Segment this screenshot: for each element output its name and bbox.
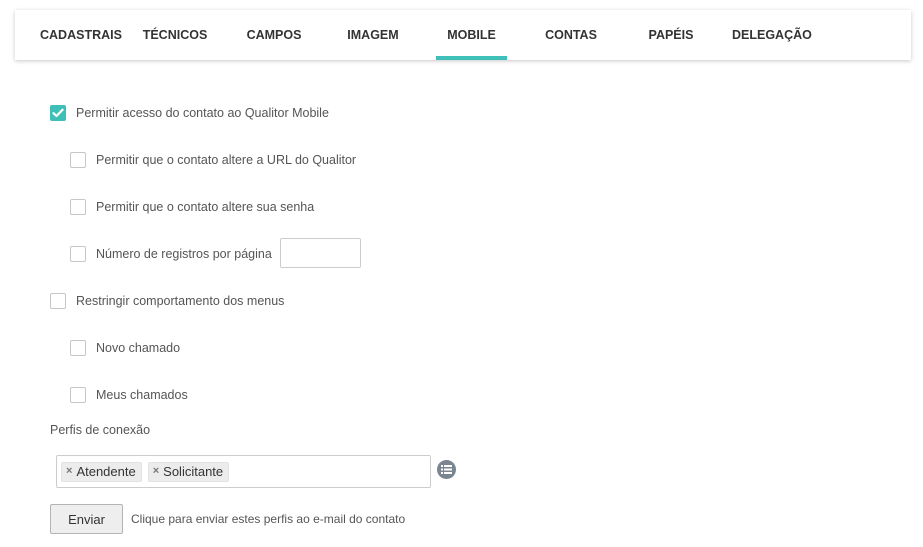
tab-papeis[interactable]: PAPÉIS	[645, 10, 697, 60]
profiles-label: Perfis de conexão	[50, 423, 151, 437]
tab-contas[interactable]: CONTAS	[541, 10, 601, 60]
profile-tag: × Solicitante	[147, 461, 230, 482]
tab-delegacao[interactable]: DELEGAÇÃO	[732, 10, 812, 60]
tab-tecnicos[interactable]: TÉCNICOS	[140, 10, 210, 60]
restrict-menus-row: Restringir comportamento dos menus	[50, 293, 284, 309]
records-per-page-checkbox[interactable]	[70, 246, 86, 262]
profile-tag-label: Solicitante	[163, 464, 224, 479]
tab-cadastrais[interactable]: CADASTRAIS	[40, 10, 122, 60]
allow-password-change-label: Permitir que o contato altere sua senha	[96, 200, 315, 214]
tab-imagem[interactable]: IMAGEM	[343, 10, 403, 60]
remove-tag-icon[interactable]: ×	[153, 466, 159, 477]
allow-access-checkbox[interactable]	[50, 105, 66, 121]
my-tickets-checkbox[interactable]	[70, 387, 86, 403]
new-ticket-checkbox[interactable]	[70, 340, 86, 356]
tab-campos[interactable]: CAMPOS	[243, 10, 305, 60]
restrict-menus-label: Restringir comportamento dos menus	[76, 294, 285, 308]
allow-url-change-row: Permitir que o contato altere a URL do Q…	[70, 152, 356, 168]
tab-bar: CADASTRAIS TÉCNICOS CAMPOS IMAGEM MOBILE…	[15, 10, 911, 60]
profile-tag: × Atendente	[61, 461, 142, 482]
send-hint: Clique para enviar estes perfis ao e-mai…	[131, 512, 406, 526]
tab-mobile[interactable]: MOBILE	[436, 10, 507, 60]
my-tickets-label: Meus chamados	[96, 388, 188, 402]
profiles-tag-input[interactable]: × Atendente × Solicitante	[56, 455, 431, 488]
check-icon	[52, 108, 64, 118]
send-button[interactable]: Enviar	[50, 504, 123, 534]
my-tickets-row: Meus chamados	[70, 387, 188, 403]
allow-url-change-checkbox[interactable]	[70, 152, 86, 168]
allow-access-row: Permitir acesso do contato ao Qualitor M…	[50, 105, 329, 121]
allow-url-change-label: Permitir que o contato altere a URL do Q…	[96, 153, 357, 167]
profile-tag-label: Atendente	[76, 464, 136, 479]
allow-password-change-checkbox[interactable]	[70, 199, 86, 215]
allow-password-change-row: Permitir que o contato altere sua senha	[70, 199, 314, 215]
new-ticket-label: Novo chamado	[96, 341, 181, 355]
restrict-menus-checkbox[interactable]	[50, 293, 66, 309]
list-icon[interactable]	[437, 460, 456, 479]
records-per-page-row: Número de registros por página	[70, 246, 272, 262]
allow-access-label: Permitir acesso do contato ao Qualitor M…	[76, 106, 329, 120]
records-per-page-label: Número de registros por página	[96, 247, 272, 261]
records-per-page-input[interactable]	[280, 238, 361, 268]
new-ticket-row: Novo chamado	[70, 340, 180, 356]
remove-tag-icon[interactable]: ×	[66, 466, 72, 477]
